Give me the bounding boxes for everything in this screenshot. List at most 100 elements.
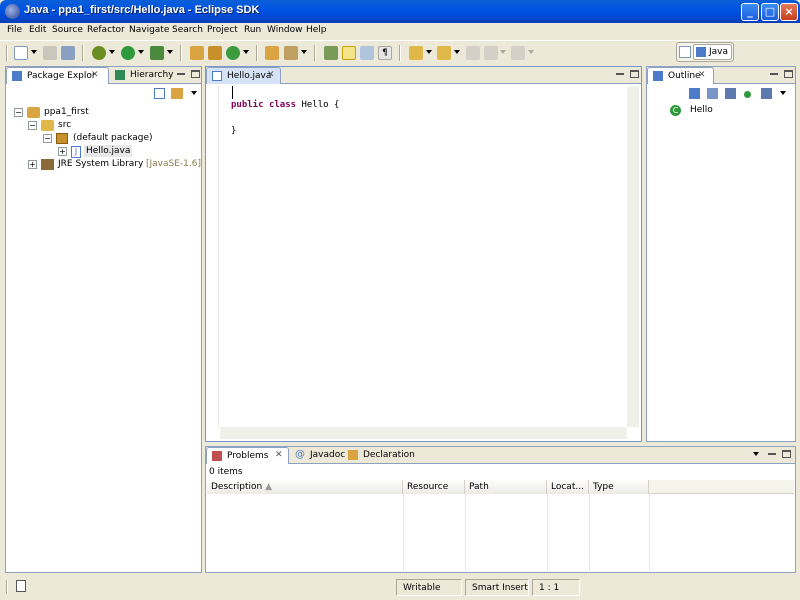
menu-refactor[interactable]: Refactor — [87, 25, 125, 35]
hide-non-public-icon[interactable] — [744, 91, 751, 98]
sort-ascending-icon: ▲ — [265, 482, 273, 492]
package-icon — [56, 133, 68, 144]
print-icon[interactable] — [61, 46, 75, 60]
tab-hello-java[interactable]: Hello.java ✕ — [206, 67, 281, 84]
link-with-editor-icon[interactable] — [171, 88, 183, 99]
java-perspective-button[interactable]: Java — [693, 44, 732, 60]
run-icon[interactable] — [121, 46, 135, 60]
collapse-all-icon[interactable] — [154, 88, 165, 99]
code-line[interactable]: public class Hello { — [231, 100, 339, 110]
outline-item-hello[interactable]: Hello — [690, 105, 713, 115]
debug-icon[interactable] — [92, 46, 106, 60]
menu-help[interactable]: Help — [306, 25, 327, 35]
menu-file[interactable]: File — [7, 25, 22, 35]
editor-vertical-scrollbar[interactable] — [627, 86, 639, 427]
maximize-view-icon[interactable] — [784, 70, 793, 78]
save-icon[interactable] — [43, 46, 57, 60]
debug-dropdown-icon[interactable] — [109, 50, 115, 54]
hide-static-icon[interactable] — [725, 88, 736, 99]
status-insert-mode: Smart Insert — [465, 579, 529, 596]
new-class-dropdown-icon[interactable] — [243, 50, 249, 54]
menu-edit[interactable]: Edit — [29, 25, 46, 35]
maximize-view-icon[interactable] — [782, 450, 791, 458]
editor-horizontal-scrollbar[interactable] — [220, 427, 627, 439]
menu-search[interactable]: Search — [172, 25, 203, 35]
mark-occurrences-icon[interactable] — [342, 46, 356, 60]
new-dropdown-icon[interactable] — [31, 50, 37, 54]
show-whitespace-icon[interactable]: ¶ — [378, 46, 392, 60]
tree-item-label: Hello.java — [84, 145, 133, 157]
forward-dropdown-icon[interactable] — [528, 50, 534, 54]
run-dropdown-icon[interactable] — [138, 50, 144, 54]
view-menu-icon[interactable] — [191, 91, 197, 95]
tab-package-explorer[interactable]: Package Explor ✕ — [6, 67, 109, 84]
minimize-view-icon[interactable] — [768, 450, 776, 455]
tab-hierarchy[interactable]: Hierarchy — [110, 67, 178, 84]
menu-navigate[interactable]: Navigate — [129, 25, 169, 35]
search-dropdown-icon[interactable] — [301, 50, 307, 54]
source-folder-icon — [41, 120, 54, 131]
hide-fields-icon[interactable] — [707, 88, 718, 99]
problems-table: Description ▲ Resource Path Locat... Typ… — [207, 480, 794, 571]
external-tools-dropdown-icon[interactable] — [167, 50, 173, 54]
minimize-editor-icon[interactable] — [616, 70, 624, 75]
column-path[interactable]: Path — [465, 480, 547, 494]
menu-run[interactable]: Run — [244, 25, 261, 35]
last-edit-location-icon[interactable] — [466, 46, 480, 60]
code-line-close-brace[interactable]: } — [231, 126, 236, 136]
new-icon[interactable] — [14, 46, 28, 60]
close-tab-icon[interactable]: ✕ — [91, 70, 99, 80]
hierarchy-icon — [115, 70, 125, 80]
menu-project[interactable]: Project — [207, 25, 238, 35]
toggle-breadcrumb-icon[interactable] — [324, 46, 338, 60]
collapse-toggle-icon[interactable]: − — [43, 134, 52, 143]
block-selection-icon[interactable] — [360, 46, 374, 60]
expand-toggle-icon[interactable]: + — [58, 147, 67, 156]
previous-annotation-icon[interactable] — [437, 46, 451, 60]
column-resource[interactable]: Resource — [403, 480, 465, 494]
column-description[interactable]: Description ▲ — [207, 480, 403, 494]
view-menu-icon[interactable] — [753, 452, 759, 456]
problems-panel: Problems ✕ @ Javadoc Declaration 0 items… — [205, 446, 796, 573]
close-button[interactable]: × — [780, 3, 798, 21]
collapse-toggle-icon[interactable]: − — [14, 108, 23, 117]
maximize-view-icon[interactable] — [191, 70, 200, 78]
new-java-project-icon[interactable] — [190, 46, 204, 60]
minimize-button[interactable]: _ — [741, 3, 759, 21]
column-type[interactable]: Type — [589, 480, 649, 494]
back-dropdown-icon[interactable] — [500, 50, 506, 54]
hide-local-types-icon[interactable] — [761, 88, 772, 99]
forward-icon[interactable] — [511, 46, 525, 60]
open-type-icon[interactable] — [265, 46, 279, 60]
minimize-view-icon[interactable] — [770, 70, 778, 75]
minimize-view-icon[interactable] — [177, 70, 185, 75]
maximize-editor-icon[interactable] — [630, 70, 639, 78]
tab-declaration[interactable]: Declaration — [343, 447, 415, 464]
next-annotation-dropdown-icon[interactable] — [426, 50, 432, 54]
tab-problems[interactable]: Problems ✕ — [206, 447, 289, 464]
collapse-toggle-icon[interactable]: − — [28, 121, 37, 130]
open-perspective-icon[interactable] — [679, 46, 691, 58]
search-icon[interactable] — [284, 46, 298, 60]
close-tab-icon[interactable]: ✕ — [275, 450, 283, 460]
column-location[interactable]: Locat... — [547, 480, 589, 494]
view-menu-icon[interactable] — [780, 91, 786, 95]
new-package-icon[interactable] — [208, 46, 222, 60]
sort-icon[interactable] — [689, 88, 700, 99]
close-tab-icon[interactable]: ✕ — [267, 70, 275, 80]
tab-javadoc-label: Javadoc — [310, 450, 346, 460]
new-class-icon[interactable] — [226, 46, 240, 60]
menu-window[interactable]: Window — [267, 25, 303, 35]
expand-toggle-icon[interactable]: + — [28, 160, 37, 169]
next-annotation-icon[interactable] — [409, 46, 423, 60]
fast-view-icon[interactable] — [16, 580, 26, 592]
menu-source[interactable]: Source — [52, 25, 83, 35]
close-tab-icon[interactable]: ✕ — [698, 70, 706, 80]
tab-javadoc[interactable]: @ Javadoc — [290, 447, 346, 464]
back-icon[interactable] — [484, 46, 498, 60]
tab-outline[interactable]: Outline ✕ — [647, 67, 714, 84]
maximize-button[interactable]: □ — [761, 3, 779, 21]
external-tools-icon[interactable] — [150, 46, 164, 60]
window-title: Java - ppa1_first/src/Hello.java - Eclip… — [24, 4, 260, 16]
previous-annotation-dropdown-icon[interactable] — [454, 50, 460, 54]
